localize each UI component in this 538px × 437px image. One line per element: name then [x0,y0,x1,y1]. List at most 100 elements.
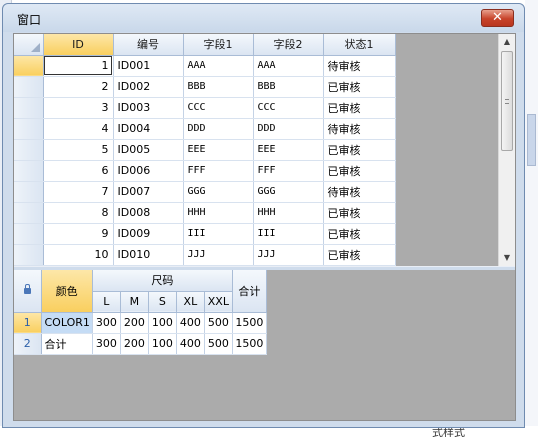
cell-status1[interactable]: 已审核 [323,202,396,224]
row-header[interactable] [14,202,44,224]
cell-code[interactable]: ID007 [113,181,184,203]
row-header[interactable] [14,244,44,266]
cell-field2[interactable]: HHH [253,202,324,224]
cell-field2[interactable]: GGG [253,181,324,203]
scroll-down-arrow-icon[interactable]: ▼ [499,250,515,266]
cell-id[interactable]: 4 [43,118,114,140]
cell-field1[interactable]: HHH [183,202,254,224]
cell-size-qty[interactable]: 400 [176,333,205,355]
row-number[interactable]: 2 [14,333,42,355]
cell-field2[interactable]: DDD [253,118,324,140]
row-header[interactable] [14,97,44,119]
cell-size-qty[interactable]: 300 [92,333,121,355]
cell-code[interactable]: ID009 [113,223,184,245]
table-row[interactable]: 3 ID003 CCC CCC 已审核 [14,97,396,119]
cell-status1[interactable]: 已审核 [323,76,396,98]
row-header[interactable] [14,118,44,140]
cell-status1[interactable]: 已审核 [323,244,396,266]
cell-size-qty[interactable]: 500 [204,312,233,334]
cell-field1[interactable]: CCC [183,97,254,119]
table-row[interactable]: 2 ID002 BBB BBB 已审核 [14,76,396,98]
cell-id[interactable]: 9 [43,223,114,245]
cell-field2[interactable]: BBB [253,76,324,98]
row-header[interactable] [14,55,44,77]
cell-field2[interactable]: III [253,223,324,245]
cell-field1[interactable]: AAA [183,55,254,77]
records-vertical-scrollbar[interactable]: ▲ ▼ [498,34,515,266]
column-header-id[interactable]: ID [43,34,114,56]
row-header[interactable] [14,139,44,161]
cell-status1[interactable]: 待审核 [323,181,396,203]
column-header-code[interactable]: 编号 [113,34,184,56]
table-row[interactable]: 6 ID006 FFF FFF 已审核 [14,160,396,182]
column-group-size[interactable]: 尺码 [92,270,233,292]
column-header-size-m[interactable]: M [120,291,149,313]
cell-field1[interactable]: FFF [183,160,254,182]
matrix-row[interactable]: 1 COLOR1 300 200 100 400 500 1500 [14,312,267,334]
row-header[interactable] [14,160,44,182]
cell-id[interactable]: 3 [43,97,114,119]
cell-code[interactable]: ID001 [113,55,184,77]
cell-size-qty[interactable]: 100 [148,312,177,334]
cell-code[interactable]: ID002 [113,76,184,98]
cell-field1[interactable]: III [183,223,254,245]
cell-field1[interactable]: JJJ [183,244,254,266]
table-row[interactable]: 1 ID001 AAA AAA 待审核 [14,55,396,77]
cell-status1[interactable]: 已审核 [323,139,396,161]
table-row[interactable]: 5 ID005 EEE EEE 已审核 [14,139,396,161]
cell-code[interactable]: ID008 [113,202,184,224]
cell-row-total[interactable]: 1500 [232,312,267,334]
column-header-size-l[interactable]: L [92,291,121,313]
cell-id[interactable]: 10 [43,244,114,266]
row-header[interactable] [14,181,44,203]
table-row[interactable]: 9 ID009 III III 已审核 [14,223,396,245]
cell-status1[interactable]: 待审核 [323,55,396,77]
cell-code[interactable]: ID005 [113,139,184,161]
column-header-color[interactable]: 颜色 [41,270,93,313]
matrix-row[interactable]: 2 合计 300 200 100 400 500 1500 [14,333,267,355]
cell-field1[interactable]: EEE [183,139,254,161]
row-header[interactable] [14,223,44,245]
column-header-size-s[interactable]: S [148,291,177,313]
matrix-corner[interactable] [14,270,42,313]
cell-size-qty[interactable]: 500 [204,333,233,355]
cell-status1[interactable]: 已审核 [323,97,396,119]
cell-status1[interactable]: 待审核 [323,118,396,140]
title-bar[interactable]: 窗口 ✕ [3,4,524,32]
column-header-status1[interactable]: 状态1 [323,34,396,56]
cell-size-qty[interactable]: 200 [120,333,149,355]
cell-size-qty[interactable]: 300 [92,312,121,334]
cell-row-total[interactable]: 1500 [232,333,267,355]
cell-code[interactable]: ID010 [113,244,184,266]
cell-size-qty[interactable]: 200 [120,312,149,334]
scroll-thumb[interactable] [501,51,513,151]
cell-id[interactable]: 2 [43,76,114,98]
column-header-total[interactable]: 合计 [232,270,267,313]
cell-size-qty[interactable]: 100 [148,333,177,355]
table-row[interactable]: 7 ID007 GGG GGG 待审核 [14,181,396,203]
table-row[interactable]: 10 ID010 JJJ JJJ 已审核 [14,244,396,266]
column-header-field1[interactable]: 字段1 [183,34,254,56]
table-row[interactable]: 4 ID004 DDD DDD 待审核 [14,118,396,140]
cell-id[interactable]: 1 [43,55,114,77]
cell-size-qty[interactable]: 400 [176,312,205,334]
cell-code[interactable]: ID006 [113,160,184,182]
column-header-size-xl[interactable]: XL [176,291,205,313]
cell-id[interactable]: 6 [43,160,114,182]
cell-status1[interactable]: 已审核 [323,160,396,182]
table-row[interactable]: 8 ID008 HHH HHH 已审核 [14,202,396,224]
row-header[interactable] [14,76,44,98]
cell-field2[interactable]: AAA [253,55,324,77]
cell-field1[interactable]: DDD [183,118,254,140]
cell-field1[interactable]: GGG [183,181,254,203]
cell-field1[interactable]: BBB [183,76,254,98]
cell-id[interactable]: 8 [43,202,114,224]
cell-code[interactable]: ID004 [113,118,184,140]
cell-field2[interactable]: CCC [253,97,324,119]
close-button[interactable]: ✕ [481,9,514,27]
scroll-up-arrow-icon[interactable]: ▲ [499,34,515,50]
column-header-size-xxl[interactable]: XXL [204,291,233,313]
cell-status1[interactable]: 已审核 [323,223,396,245]
cell-code[interactable]: ID003 [113,97,184,119]
cell-color-name[interactable]: 合计 [41,333,93,355]
